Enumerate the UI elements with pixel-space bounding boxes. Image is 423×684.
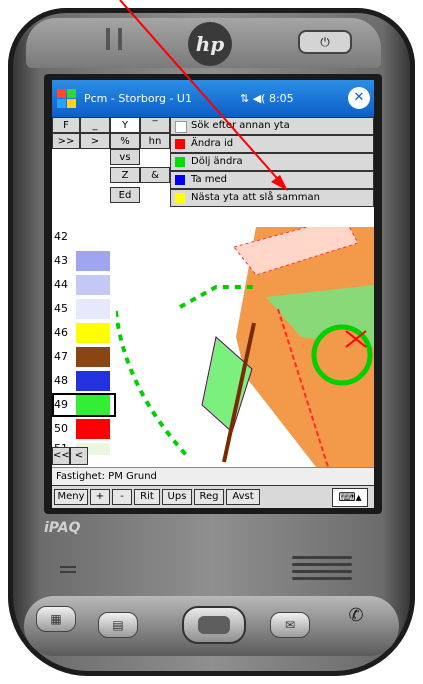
layer-number: 49	[54, 398, 68, 411]
layer-number: 47	[54, 350, 68, 363]
ipaq-brand-label: iPAQ	[44, 520, 81, 536]
legend-item-include[interactable]: Ta med	[170, 171, 374, 189]
tool-button-ampersand[interactable]: &	[140, 167, 170, 183]
layer-row[interactable]: 44	[52, 273, 116, 297]
tool-button-underscore[interactable]: _	[80, 117, 110, 133]
tool-button-overline[interactable]: ‾	[140, 117, 170, 133]
tool-button-fast-forward[interactable]: >>	[52, 133, 80, 149]
system-tray[interactable]: ⇅ ◀( 8:05	[240, 92, 294, 105]
power-button[interactable]: ⏻	[298, 30, 352, 54]
keyboard-button[interactable]: ⌨▴	[332, 488, 368, 507]
distance-button[interactable]: Avst	[226, 489, 260, 505]
layer-row[interactable]: 42	[52, 225, 116, 249]
layer-swatch	[76, 371, 110, 391]
legend-item-search-other[interactable]: Sök efter annan yta	[170, 117, 374, 135]
legend-item-next-merge[interactable]: Nästa yta att slå samman	[170, 189, 374, 207]
tool-strip: F _ Y ‾ >> > % hn vs Z & Ed Sök efter an…	[52, 117, 374, 227]
infrared-port-icon	[96, 28, 136, 50]
ok-close-button[interactable]: ✕	[348, 87, 370, 109]
legend-label: Ta med	[191, 174, 228, 185]
layer-row[interactable]: 46	[52, 321, 116, 345]
title-bar: Pcm - Stor­borg - U1 ⇅ ◀( 8:05 ✕	[52, 80, 374, 117]
layer-list-panel: 42 43 44 45 46 47 48 49 50 51	[52, 227, 117, 467]
register-button[interactable]: Reg	[194, 489, 224, 505]
envelope-icon: ✉	[284, 618, 296, 632]
calendar-icon: ▦	[50, 612, 62, 626]
zoom-out-button[interactable]: -	[112, 489, 132, 505]
power-icon: ⏻	[320, 35, 330, 49]
window-title: Pcm - Stor­borg - U1	[84, 92, 192, 105]
layer-swatch	[76, 419, 110, 439]
tool-button-z[interactable]: Z	[110, 167, 140, 183]
map-boundary-green	[116, 310, 190, 459]
legend-item-hide-change[interactable]: Dölj ändra	[170, 153, 374, 171]
update-button[interactable]: Ups	[162, 489, 192, 505]
legend-label: Sök efter annan yta	[191, 120, 290, 131]
layer-swatch	[76, 299, 110, 319]
menu-bar: Meny + - Rit Ups Reg Avst ⌨▴	[52, 485, 374, 508]
legend-label: Ändra id	[191, 138, 234, 149]
layer-row[interactable]: 48	[52, 369, 116, 393]
microphone-grille-icon	[60, 566, 76, 576]
ok-icon: ✕	[353, 90, 365, 105]
tool-button-forward[interactable]: >	[80, 133, 110, 149]
layer-number: 43	[54, 254, 68, 267]
layer-row-selected[interactable]: 49	[52, 393, 116, 417]
layer-row[interactable]: 43	[52, 249, 116, 273]
layer-number: 44	[54, 278, 68, 291]
nav-prev-page-button[interactable]: <<	[52, 447, 70, 465]
layer-swatch	[76, 395, 110, 415]
legend-swatch	[175, 157, 185, 167]
layer-swatch	[76, 347, 110, 367]
layer-number: 50	[54, 422, 68, 435]
layer-number: 45	[54, 302, 68, 315]
layer-number: 48	[54, 374, 68, 387]
layer-row[interactable]: 50	[52, 417, 116, 441]
legend-swatch	[175, 175, 185, 185]
tool-button-f[interactable]: F	[52, 117, 80, 133]
zoom-in-button[interactable]: +	[90, 489, 110, 505]
navigation-dpad[interactable]	[182, 606, 246, 644]
legend-item-change-id[interactable]: Ändra id	[170, 135, 374, 153]
tool-button-ed[interactable]: Ed	[110, 187, 140, 203]
tool-button-vs[interactable]: vs	[110, 149, 140, 165]
layer-number: 46	[54, 326, 68, 339]
keyboard-icon: ⌨▴	[338, 490, 362, 504]
windows-start-icon[interactable]	[57, 89, 77, 109]
layer-swatch	[76, 227, 110, 247]
dpad-center-button[interactable]	[198, 616, 230, 634]
draw-button[interactable]: Rit	[134, 489, 160, 505]
map-canvas[interactable]	[116, 227, 374, 467]
layer-swatch	[76, 251, 110, 271]
tool-button-y[interactable]: Y	[110, 117, 140, 133]
map-drawing	[116, 227, 374, 467]
contacts-icon: ▤	[112, 618, 124, 632]
legend-swatch	[175, 139, 185, 149]
layer-row[interactable]: 45	[52, 297, 116, 321]
status-line: Fastighet: PM Grund	[52, 467, 374, 485]
layer-number: 42	[54, 230, 68, 243]
legend-label: Nästa yta att slå samman	[191, 192, 320, 203]
layer-row[interactable]: 47	[52, 345, 116, 369]
legend-swatch	[175, 121, 187, 133]
calendar-hw-button[interactable]: ▦	[36, 606, 76, 632]
contacts-hw-button[interactable]: ▤	[98, 612, 138, 638]
hp-logo: hp	[188, 22, 232, 66]
legend-swatch	[175, 193, 185, 203]
tool-button-percent[interactable]: %	[110, 133, 140, 149]
phone-hw-button[interactable]: ✆	[336, 604, 376, 630]
legend-label: Dölj ändra	[191, 156, 243, 167]
phone-icon: ✆	[348, 605, 364, 626]
tool-button-hn[interactable]: hn	[140, 133, 170, 149]
menu-button[interactable]: Meny	[54, 489, 88, 505]
layer-swatch	[76, 323, 110, 343]
messaging-hw-button[interactable]: ✉	[270, 612, 310, 638]
speaker-grille-icon	[292, 556, 352, 586]
device-screen: Pcm - Stor­borg - U1 ⇅ ◀( 8:05 ✕ F _ Y ‾…	[52, 80, 374, 508]
nav-back-button[interactable]: <	[70, 447, 88, 465]
layer-swatch	[76, 275, 110, 295]
